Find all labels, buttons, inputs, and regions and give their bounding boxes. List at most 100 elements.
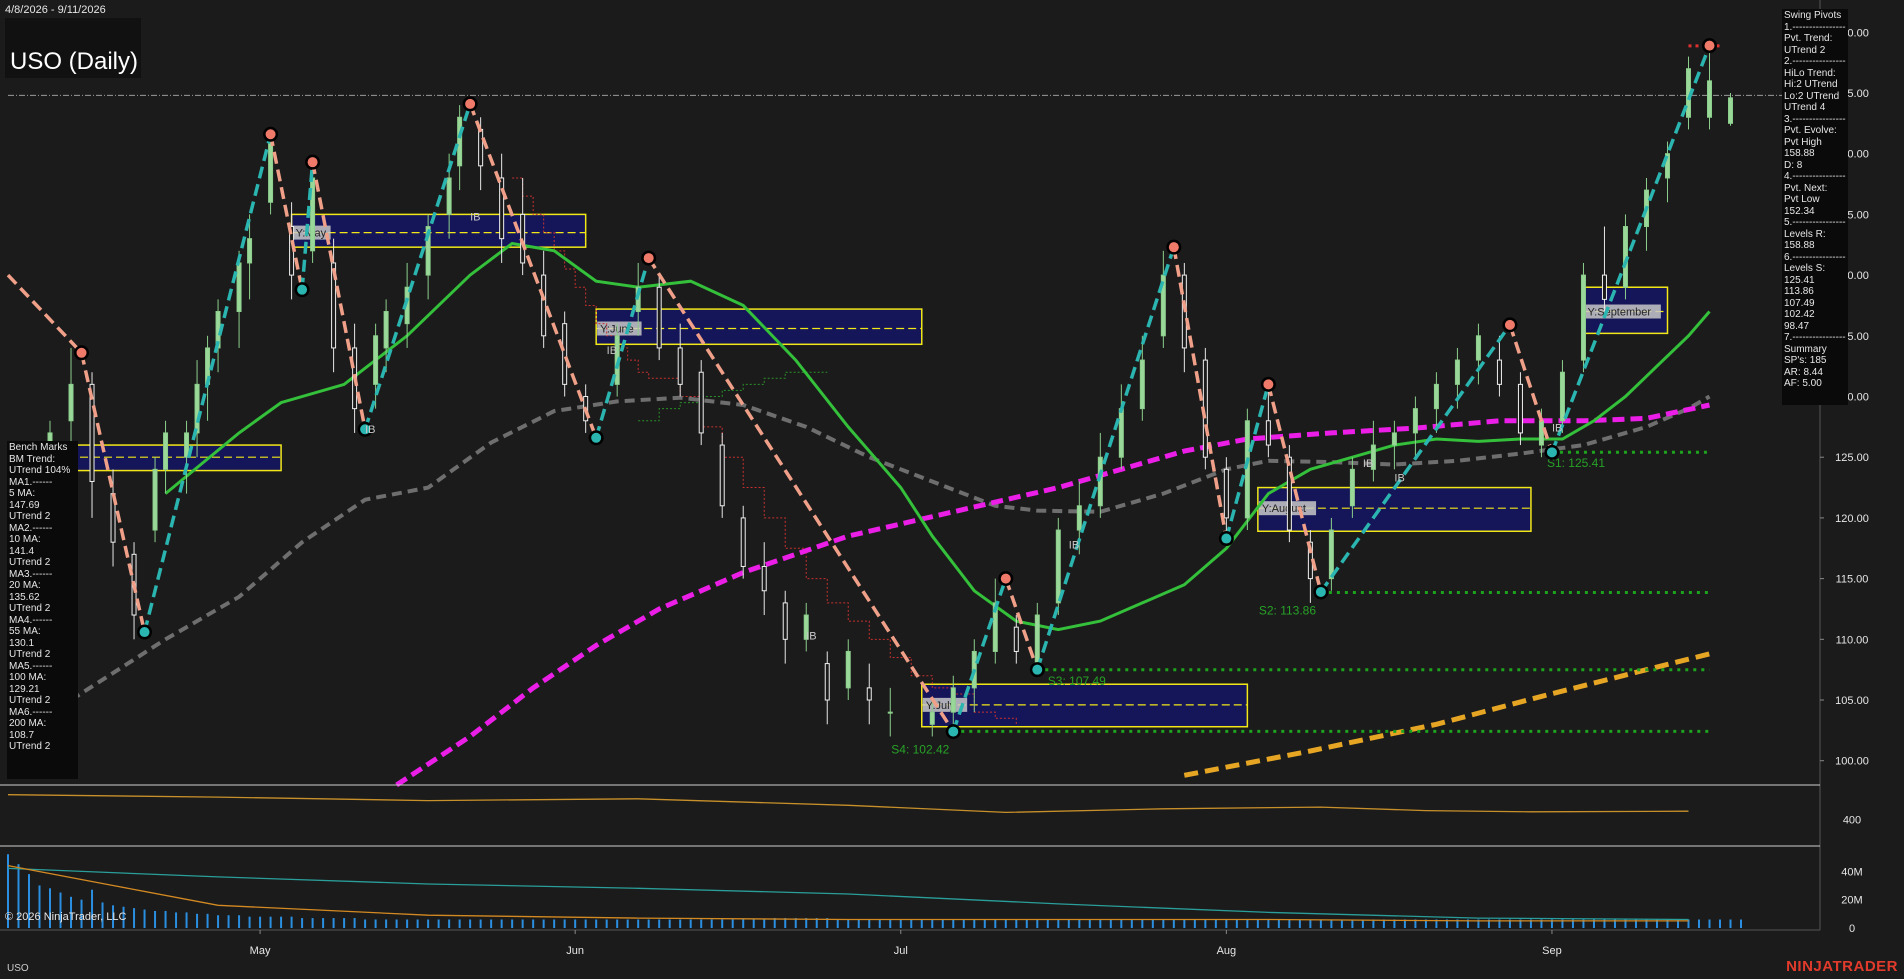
swing-panel-line: AR: 8.44 [1784,366,1823,378]
candle-body [1433,383,1439,410]
support-level-label: S3: 107.49 [1048,674,1106,688]
ib-label: IB [1069,539,1079,551]
swing-panel-line: 6.---------------- [1784,251,1846,263]
volume-tick-label: 40M [1841,866,1862,878]
swing-panel-line: Pvt. Next: [1784,182,1828,194]
candle-body [1139,359,1145,410]
bench-marks-panel: Bench Marks BM Trend: UTrend 104% MA1.-----… [7,441,78,779]
pivot-high-dot [1704,40,1715,51]
swing-panel-line: HiLo Trend: [1784,67,1836,79]
swing-panel-line: Lo:2 UTrend [1784,90,1840,102]
swing-pivot-segment [468,103,598,439]
candle-body [1496,359,1502,385]
candle-body [1286,456,1292,531]
swing-panel-line: 3.---------------- [1784,113,1846,125]
candle-body [1349,468,1355,507]
swing-pivot-segment [310,161,367,430]
candle-body [383,311,389,349]
swing-panel-line: Pvt Low [1784,194,1820,205]
bench-panel-line: MA1.------ [9,476,53,488]
bench-panel-line: 129.21 [9,683,40,695]
pivot-high-dot [1263,379,1274,390]
swing-panel-line: 102.42 [1784,309,1815,320]
date-range: 4/8/2026 - 9/11/2026 [5,4,106,16]
time-tick-label: May [250,945,271,957]
bench-panel-line: UTrend 2 [9,603,51,614]
candle-body [677,347,683,385]
period-box [290,213,587,248]
price-tick-label: 110.00 [1836,634,1869,646]
indicator-line [7,794,1689,814]
volume-ma-orange [7,864,1689,922]
bench-panel-line: UTrend 2 [9,695,51,706]
candle-body [950,687,956,713]
brand-logo: NINJATRADER [1786,958,1898,975]
bench-panel-line: MA3.------ [9,568,53,580]
ib-label: IB [1363,458,1373,470]
pivot-low-dot [1032,664,1043,675]
time-tick-label: Sep [1542,945,1562,957]
swing-panel-line: 7.---------------- [1784,332,1846,343]
bench-panel-line: 135.62 [9,591,40,603]
swing-panel-line: Levels S: [1784,263,1826,274]
swing-panel-line: 5.---------------- [1784,217,1846,228]
bench-panel-line: MA4.------ [9,614,53,626]
candle-body [373,335,379,385]
swing-pivots-panel: Swing Pivots 1.---------------- Pvt. Trend… [1782,9,1848,405]
candle-body [1706,80,1712,118]
candle-body [562,323,568,385]
swing-panel-line: 2.---------------- [1784,56,1846,67]
bench-panel-line: Bench Marks [9,442,68,453]
candle-body [152,468,158,531]
price-chart[interactable]: Y:MayY:JuneY:JulyY:AugustY:September S1:… [0,0,1904,979]
swing-panel-line: Pvt. Trend: [1784,33,1833,44]
footer-symbol: USO [7,963,29,974]
candle-body [163,432,169,470]
candle-body [1559,371,1565,422]
candle-body [1055,529,1061,604]
bench-panel-line: 20 MA: [9,580,41,591]
price-tick-label: 115.00 [1836,574,1869,586]
swing-panel-line: UTrend 2 [1784,44,1826,56]
bench-panel-line: MA5.------ [9,660,53,672]
candles [47,45,1734,737]
swing-panel-line: Summary [1784,343,1827,355]
swing-panel-line: SP's: 185 [1784,355,1827,366]
candle-body [1538,420,1544,446]
candle-body [1013,626,1019,652]
bench-panel-line: 200 MA: [9,718,47,729]
copyright: © 2026 NinjaTrader, LLC [5,911,127,923]
pivot-high-dot [76,347,87,358]
pivot-high-dot [307,157,318,168]
pivot-high-dot [1168,242,1179,253]
period-boxes: Y:MayY:JuneY:JulyY:AugustY:September [7,213,1669,728]
time-tick-label: Jun [566,945,584,957]
swing-panel-line: 158.88 [1784,240,1815,251]
bench-panel-line: UTrend 2 [9,649,51,660]
candle-body [1412,408,1418,434]
period-box [921,683,1249,728]
period-label: Y:September [1587,307,1651,319]
candle-body [929,711,935,725]
bench-panel-line: BM Trend: [9,453,56,465]
ib-label: IB [607,345,617,357]
swing-pivot-segment [1508,324,1554,453]
ma-green-line [164,241,1711,632]
volume-tick-label: 20M [1841,895,1862,907]
ib-label: IB [470,211,480,223]
swing-panel-line: 4.---------------- [1784,171,1846,182]
time-tick-label: Jul [894,945,908,957]
candle-body [845,650,851,689]
candle-body [1454,359,1460,385]
swing-panel-line: 113.86 [1784,286,1814,297]
swing-pivot-segment [142,133,273,633]
swing-panel-line: Hi:2 UTrend [1784,79,1838,90]
candle-body [1223,468,1229,519]
bench-panel-line: 130.1 [9,637,35,649]
pivot-low-dot [297,284,308,295]
swing-panel-line: 107.49 [1784,297,1815,309]
candle-body [1580,274,1586,361]
bench-panel-line: 100 MA: [9,672,47,683]
candle-body [457,116,463,167]
candle-body [1034,614,1040,665]
